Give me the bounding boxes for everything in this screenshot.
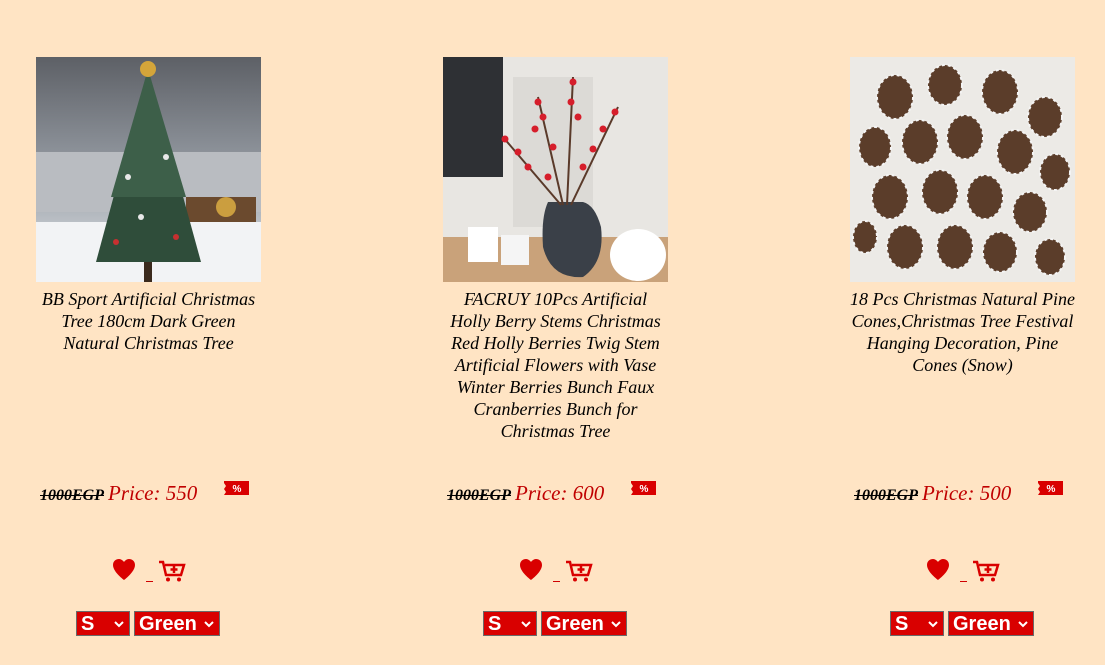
product-title[interactable]: 18 Pcs Christmas Natural Pine Cones,Chri… (850, 288, 1075, 376)
heart-icon[interactable] (111, 557, 137, 583)
product-title[interactable]: FACRUY 10Pcs Artificial Holly Berry Stem… (443, 288, 668, 442)
add-to-cart-icon[interactable] (565, 559, 593, 583)
price-row: 1000EGP Price: 500 (854, 481, 1011, 506)
color-select-value: Green (139, 613, 197, 635)
size-select[interactable]: S (76, 611, 130, 636)
card-actions (111, 557, 191, 587)
discount-tag-icon: % (224, 481, 249, 495)
product-title[interactable]: BB Sport Artificial Christmas Tree 180cm… (36, 288, 261, 354)
size-select[interactable]: S (890, 611, 944, 636)
card-actions (518, 557, 598, 587)
product-card: FACRUY 10Pcs Artificial Holly Berry Stem… (443, 57, 668, 657)
chevron-down-icon (114, 621, 124, 628)
price-row: 1000EGP Price: 550 (40, 481, 197, 506)
svg-text:%: % (1047, 484, 1056, 495)
current-price: Price: 550 (108, 481, 198, 505)
price-row: 1000EGP Price: 600 (447, 481, 604, 506)
link-underline[interactable] (960, 581, 967, 582)
color-select-value: Green (546, 613, 604, 635)
product-card: BB Sport Artificial Christmas Tree 180cm… (36, 57, 261, 657)
add-to-cart-icon[interactable] (972, 559, 1000, 583)
discount-tag-icon: % (631, 481, 656, 495)
link-underline[interactable] (553, 581, 560, 582)
color-select[interactable]: Green (134, 611, 220, 636)
color-select-value: Green (953, 613, 1011, 635)
old-price: 1000EGP (854, 487, 918, 504)
old-price: 1000EGP (40, 487, 104, 504)
christmas-tree-image[interactable] (36, 57, 261, 282)
svg-text:%: % (233, 484, 242, 495)
product-card: 18 Pcs Christmas Natural Pine Cones,Chri… (850, 57, 1075, 657)
size-select[interactable]: S (483, 611, 537, 636)
current-price: Price: 600 (515, 481, 605, 505)
size-select-value: S (895, 613, 909, 635)
chevron-down-icon (1018, 621, 1028, 628)
old-price: 1000EGP (447, 487, 511, 504)
chevron-down-icon (611, 621, 621, 628)
holly-berry-vase-image[interactable] (443, 57, 668, 282)
chevron-down-icon (521, 621, 531, 628)
svg-text:%: % (640, 484, 649, 495)
heart-icon[interactable] (925, 557, 951, 583)
chevron-down-icon (928, 621, 938, 628)
pine-cones-image[interactable] (850, 57, 1075, 282)
color-select[interactable]: Green (541, 611, 627, 636)
heart-icon[interactable] (518, 557, 544, 583)
current-price: Price: 500 (922, 481, 1012, 505)
add-to-cart-icon[interactable] (158, 559, 186, 583)
card-actions (925, 557, 1005, 587)
link-underline[interactable] (146, 581, 153, 582)
size-select-value: S (488, 613, 502, 635)
chevron-down-icon (204, 621, 214, 628)
discount-tag-icon: % (1038, 481, 1063, 495)
color-select[interactable]: Green (948, 611, 1034, 636)
size-select-value: S (81, 613, 95, 635)
